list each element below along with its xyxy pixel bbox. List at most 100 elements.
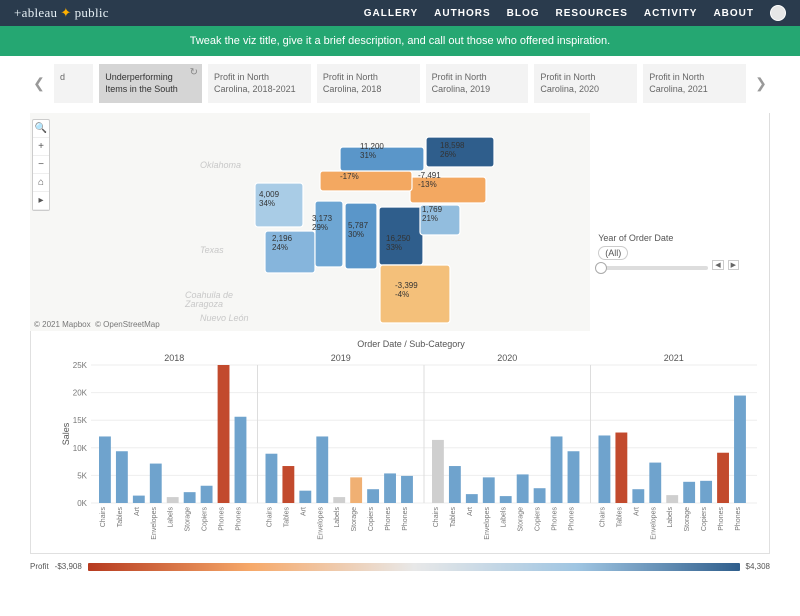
tab-label: Profit in North Carolina, 2018 xyxy=(323,72,382,94)
svg-text:Zaragoza: Zaragoza xyxy=(184,299,223,309)
tab-nc-2018-2021[interactable]: Profit in North Carolina, 2018-2021 xyxy=(208,64,311,103)
tab-underperforming[interactable]: ↻ Underperforming Items in the South xyxy=(99,64,202,103)
svg-text:Storage: Storage xyxy=(684,507,691,532)
map-panel: 🔍 + − ⌂ ▸ OklahomaTexasCoahuila deZarago… xyxy=(30,113,770,331)
nav-resources[interactable]: RESOURCES xyxy=(556,8,628,19)
svg-text:Chairs: Chairs xyxy=(433,507,440,528)
bar-chart-panel: Order Date / Sub-Category 0K 5K 10K 15K 20K 2… xyxy=(30,331,770,554)
svg-text:Storage: Storage xyxy=(351,507,358,532)
story-tabs: ❮ d ↻ Underperforming Items in the South… xyxy=(30,64,770,103)
svg-text:0K: 0K xyxy=(77,499,87,508)
svg-text:Phones: Phones xyxy=(568,507,575,531)
chart-title: Order Date / Sub-Category xyxy=(59,337,763,351)
page-body: ❮ d ↻ Underperforming Items in the South… xyxy=(0,56,800,581)
svg-text:Labels: Labels xyxy=(168,507,175,528)
tab-nc-2018[interactable]: Profit in North Carolina, 2018 xyxy=(317,64,420,103)
logo-right: public xyxy=(75,5,109,20)
svg-text:Art: Art xyxy=(633,507,640,516)
map-canvas[interactable]: OklahomaTexasCoahuila deZaragozaNuevo Le… xyxy=(30,113,590,331)
svg-text:Sales: Sales xyxy=(61,423,71,446)
svg-text:5K: 5K xyxy=(77,472,87,481)
tab-label: Underperforming Items in the South xyxy=(105,72,178,94)
avatar[interactable] xyxy=(770,5,786,21)
banner-tip: Tweak the viz title, give it a brief des… xyxy=(0,26,800,56)
map-home-button[interactable]: ⌂ xyxy=(33,174,49,192)
map-controls: 🔍 + − ⌂ ▸ xyxy=(32,119,50,211)
svg-text:Nuevo León: Nuevo León xyxy=(200,313,249,323)
svg-text:Chairs: Chairs xyxy=(599,507,606,528)
svg-text:Envelopes: Envelopes xyxy=(317,507,324,540)
svg-text:Envelopes: Envelopes xyxy=(484,507,491,540)
nav-blog[interactable]: BLOG xyxy=(507,8,540,19)
top-bar: +ableau✦public GALLERY AUTHORS BLOG RESO… xyxy=(0,0,800,26)
svg-text:Labels: Labels xyxy=(334,507,341,528)
svg-text:Phones: Phones xyxy=(735,507,742,531)
svg-text:10K: 10K xyxy=(73,444,88,453)
svg-text:Oklahoma: Oklahoma xyxy=(200,160,241,170)
map-zoom-in-button[interactable]: + xyxy=(33,138,49,156)
tab-nc-2019[interactable]: Profit in North Carolina, 2019 xyxy=(426,64,529,103)
tab-nc-2021[interactable]: Profit in North Carolina, 2021 xyxy=(643,64,746,103)
map-zoom-out-button[interactable]: − xyxy=(33,156,49,174)
tab-label: Profit in North Carolina, 2018-2021 xyxy=(214,72,296,94)
svg-text:Art: Art xyxy=(300,507,307,516)
svg-text:20K: 20K xyxy=(73,389,88,398)
tabs-next-button[interactable]: ❯ xyxy=(752,64,770,103)
tabs-prev-button[interactable]: ❮ xyxy=(30,64,48,103)
filter-value[interactable]: (All) xyxy=(598,246,628,260)
legend-max: $4,308 xyxy=(746,562,770,571)
svg-text:Copiers: Copiers xyxy=(701,507,708,532)
top-nav: GALLERY AUTHORS BLOG RESOURCES ACTIVITY … xyxy=(364,5,786,21)
legend-min: -$3,908 xyxy=(55,562,82,571)
nav-activity[interactable]: ACTIVITY xyxy=(644,8,698,19)
filter-title: Year of Order Date xyxy=(598,233,739,243)
tab-fragment-label: d xyxy=(60,72,65,82)
nav-authors[interactable]: AUTHORS xyxy=(434,8,490,19)
tab-nc-2020[interactable]: Profit in North Carolina, 2020 xyxy=(534,64,637,103)
attrib-osm: © OpenStreetMap xyxy=(95,320,160,329)
svg-text:Storage: Storage xyxy=(185,507,192,532)
svg-text:Tables: Tables xyxy=(283,507,290,528)
filter-slider[interactable] xyxy=(598,266,708,270)
banner-text: Tweak the viz title, give it a brief des… xyxy=(190,35,610,47)
attrib-mapbox: © 2021 Mapbox xyxy=(34,320,91,329)
svg-text:Labels: Labels xyxy=(667,507,674,528)
svg-text:Phones: Phones xyxy=(219,507,226,531)
svg-text:Tables: Tables xyxy=(117,507,124,528)
svg-text:Chairs: Chairs xyxy=(100,507,107,528)
svg-text:Phones: Phones xyxy=(402,507,409,531)
svg-text:15K: 15K xyxy=(73,417,88,426)
svg-text:Art: Art xyxy=(467,507,474,516)
svg-text:25K: 25K xyxy=(73,361,88,370)
nav-gallery[interactable]: GALLERY xyxy=(364,8,418,19)
tab-fragment[interactable]: d xyxy=(54,64,93,103)
map-play-button[interactable]: ▸ xyxy=(33,192,49,210)
svg-text:Copiers: Copiers xyxy=(202,507,209,532)
legend-gradient xyxy=(88,563,740,571)
svg-text:Texas: Texas xyxy=(200,245,224,255)
filter-panel: Year of Order Date (All) ◀ ▶ xyxy=(598,233,739,270)
svg-text:Tables: Tables xyxy=(450,507,457,528)
bar-chart[interactable]: 0K5K10K15K20K25KSales2018ChairsTablesArt… xyxy=(59,351,763,551)
svg-text:Storage: Storage xyxy=(518,507,525,532)
refresh-icon[interactable]: ↻ xyxy=(190,66,198,79)
profit-legend: Profit -$3,908 $4,308 xyxy=(30,562,770,571)
svg-text:Phones: Phones xyxy=(718,507,725,531)
nav-about[interactable]: ABOUT xyxy=(713,8,754,19)
svg-text:2021: 2021 xyxy=(664,353,684,363)
map-attribution: © 2021 Mapbox © OpenStreetMap xyxy=(34,320,160,329)
logo[interactable]: +ableau✦public xyxy=(14,5,109,21)
svg-text:Labels: Labels xyxy=(501,507,508,528)
slider-prev[interactable]: ◀ xyxy=(712,260,723,270)
svg-text:Phones: Phones xyxy=(385,507,392,531)
svg-text:2020: 2020 xyxy=(497,353,517,363)
svg-text:Art: Art xyxy=(134,507,141,516)
map-search-button[interactable]: 🔍 xyxy=(33,120,49,138)
slider-next[interactable]: ▶ xyxy=(728,260,739,270)
svg-text:Tables: Tables xyxy=(616,507,623,528)
svg-text:Copiers: Copiers xyxy=(535,507,542,532)
tab-label: Profit in North Carolina, 2021 xyxy=(649,72,708,94)
svg-text:Envelopes: Envelopes xyxy=(151,507,158,540)
legend-label: Profit xyxy=(30,562,49,571)
logo-left: +ableau xyxy=(14,5,57,20)
